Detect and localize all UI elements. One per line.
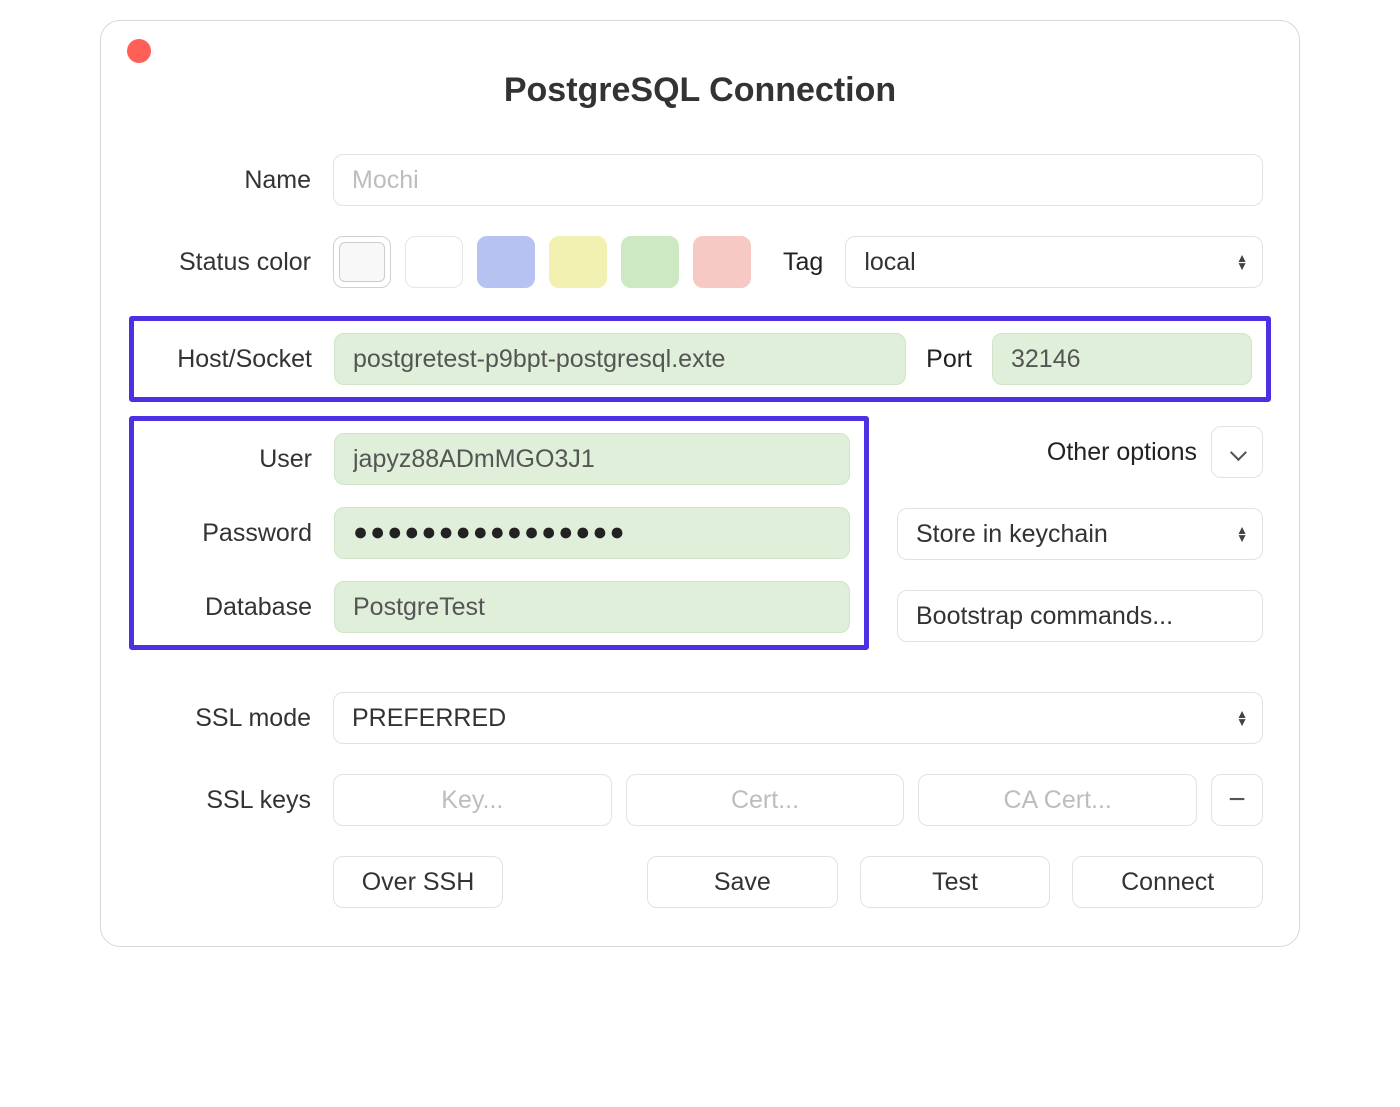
ssl-mode-label: SSL mode <box>137 704 333 733</box>
user-input[interactable] <box>334 433 850 485</box>
database-input[interactable] <box>334 581 850 633</box>
other-options-toggle[interactable] <box>1211 426 1263 478</box>
updown-icon: ▲▼ <box>1236 526 1248 542</box>
ssl-mode-select[interactable]: PREFERRED ▲▼ <box>333 692 1263 744</box>
tag-value: local <box>864 248 915 277</box>
chevron-down-icon <box>1231 438 1243 467</box>
bootstrap-commands-button[interactable]: Bootstrap commands... <box>897 590 1263 642</box>
name-label: Name <box>137 166 333 195</box>
color-swatch-yellow[interactable] <box>549 236 607 288</box>
tag-select[interactable]: local ▲▼ <box>845 236 1263 288</box>
connect-button[interactable]: Connect <box>1072 856 1263 908</box>
name-input[interactable] <box>333 154 1263 206</box>
color-swatch-red[interactable] <box>693 236 751 288</box>
updown-icon: ▲▼ <box>1236 710 1248 726</box>
ssl-cert-button[interactable]: Cert... <box>626 774 905 826</box>
host-input[interactable] <box>334 333 906 385</box>
dialog-title: PostgreSQL Connection <box>137 71 1263 110</box>
password-storage-select[interactable]: Store in keychain ▲▼ <box>897 508 1263 560</box>
port-label: Port <box>920 345 978 374</box>
tag-label: Tag <box>783 248 823 277</box>
database-label: Database <box>138 593 334 622</box>
window-controls <box>127 39 151 70</box>
ssl-keys-remove-button[interactable]: − <box>1211 774 1263 826</box>
color-swatch-selected[interactable] <box>333 236 391 288</box>
ssl-key-button[interactable]: Key... <box>333 774 612 826</box>
host-port-highlight: Host/Socket Port <box>129 316 1271 402</box>
password-input[interactable]: ●●●●●●●●●●●●●●●● <box>334 507 850 559</box>
updown-icon: ▲▼ <box>1236 254 1248 270</box>
color-swatch-white[interactable] <box>405 236 463 288</box>
host-label: Host/Socket <box>138 345 334 374</box>
port-input[interactable] <box>992 333 1252 385</box>
ssl-ca-cert-button[interactable]: CA Cert... <box>918 774 1197 826</box>
minus-icon: − <box>1228 785 1246 815</box>
color-swatch-green[interactable] <box>621 236 679 288</box>
close-window-button[interactable] <box>127 39 151 63</box>
connection-dialog: PostgreSQL Connection Name Status color … <box>100 20 1300 947</box>
other-options-label: Other options <box>1047 438 1197 467</box>
status-color-label: Status color <box>137 248 333 277</box>
user-label: User <box>138 445 334 474</box>
password-storage-value: Store in keychain <box>916 520 1108 549</box>
color-swatch-blue[interactable] <box>477 236 535 288</box>
over-ssh-button[interactable]: Over SSH <box>333 856 503 908</box>
test-button[interactable]: Test <box>860 856 1051 908</box>
password-label: Password <box>138 519 334 548</box>
ssl-mode-value: PREFERRED <box>352 704 506 733</box>
ssl-keys-label: SSL keys <box>137 786 333 815</box>
save-button[interactable]: Save <box>647 856 838 908</box>
credentials-highlight: User Password ●●●●●●●●●●●●●●●● Database <box>129 416 869 650</box>
